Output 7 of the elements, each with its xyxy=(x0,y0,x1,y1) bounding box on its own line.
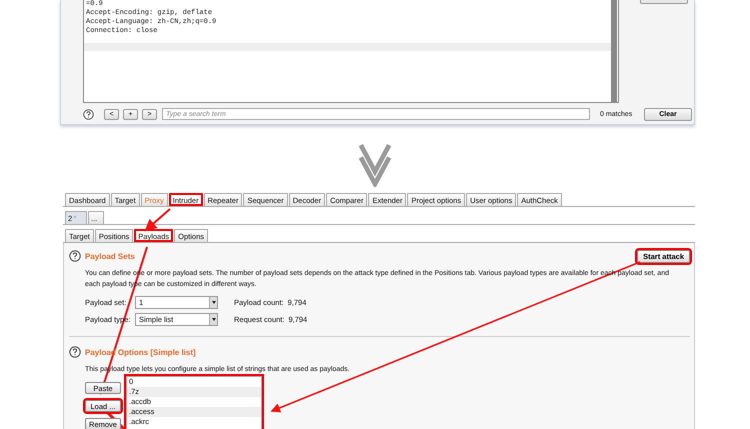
double-chevron-down-icon xyxy=(358,143,392,187)
help-icon[interactable] xyxy=(69,250,81,262)
help-icon[interactable] xyxy=(83,108,94,120)
annotation-arrow xyxy=(144,208,171,232)
help-icon[interactable] xyxy=(69,346,81,358)
scrollbar[interactable] xyxy=(611,0,617,102)
section-title: Payload Sets xyxy=(85,252,135,260)
